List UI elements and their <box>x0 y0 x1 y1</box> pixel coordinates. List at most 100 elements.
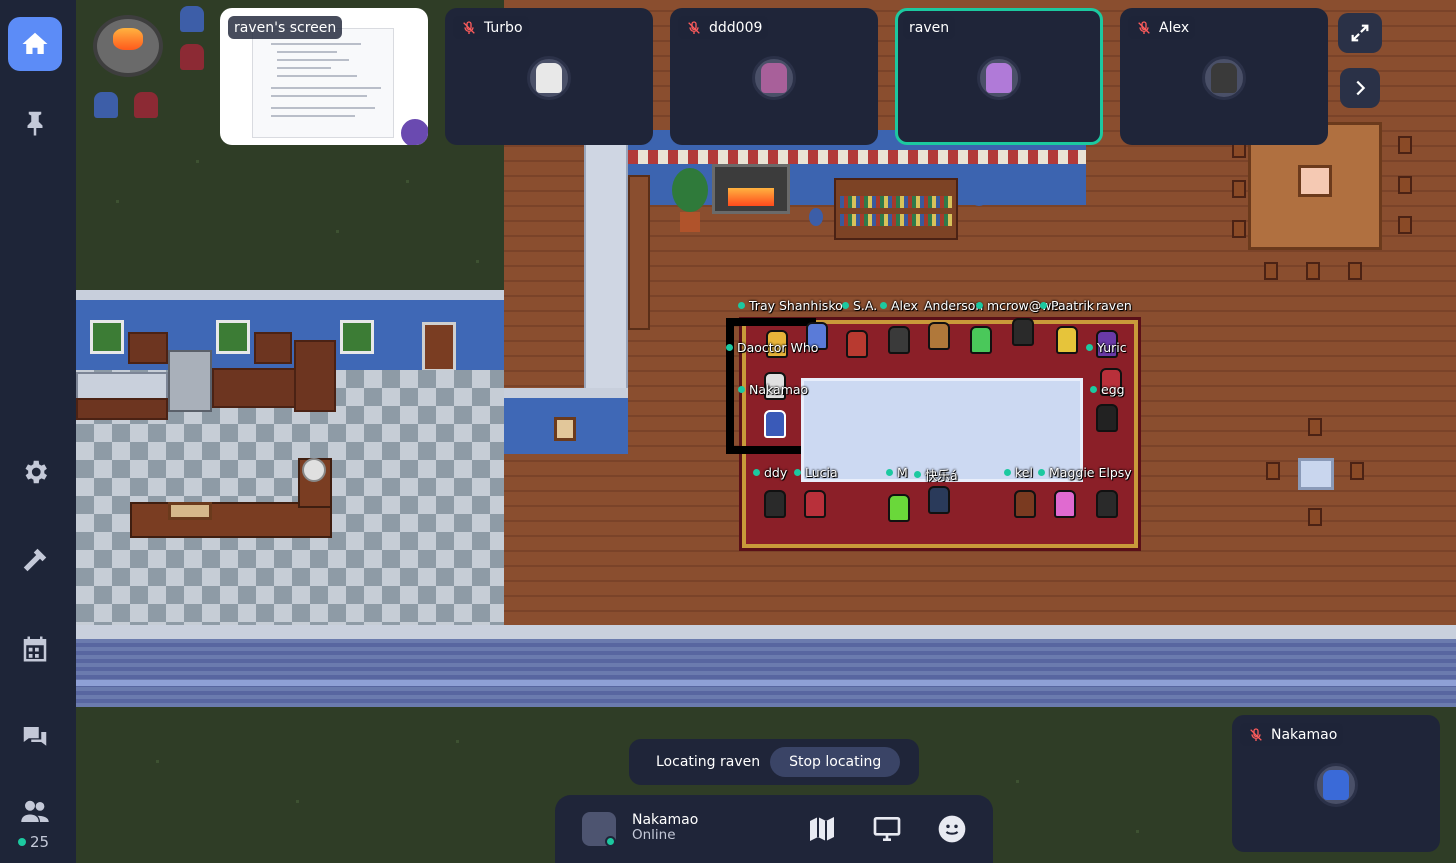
tile-name-label: raven <box>903 16 956 39</box>
calendar-icon <box>23 636 47 662</box>
avatar[interactable] <box>1054 490 1076 518</box>
home-icon <box>22 32 48 54</box>
stove <box>168 350 212 412</box>
name-tag: Daoctor Who <box>726 340 818 355</box>
avatar[interactable] <box>804 490 826 518</box>
video-tile-turbo[interactable]: Turbo <box>445 8 653 145</box>
avatar[interactable] <box>1012 318 1034 346</box>
chair <box>180 44 204 70</box>
avatar <box>1202 56 1246 100</box>
books <box>840 196 952 208</box>
door <box>422 322 456 372</box>
avatar <box>977 56 1021 100</box>
avatar[interactable] <box>888 326 910 354</box>
monitor-icon <box>873 817 901 841</box>
corridor <box>76 625 1456 707</box>
painting <box>554 417 576 441</box>
left-sidebar: 25 <box>0 0 76 863</box>
screen-share-button[interactable] <box>867 809 907 849</box>
chat-icon <box>23 727 47 746</box>
participants-button[interactable] <box>8 785 62 839</box>
expand-button[interactable] <box>1338 13 1382 53</box>
mic-off-icon <box>1250 727 1262 741</box>
avatar[interactable] <box>1014 490 1036 518</box>
chair <box>94 92 118 118</box>
bookshelf <box>834 178 958 240</box>
avatar[interactable] <box>928 486 950 514</box>
books <box>840 214 952 226</box>
my-avatar[interactable] <box>764 410 786 438</box>
shared-document <box>252 28 394 138</box>
name-tag: Tray Shanhisko <box>738 298 843 313</box>
online-dot <box>18 838 26 846</box>
window <box>90 320 124 354</box>
avatar[interactable] <box>888 494 910 522</box>
locate-status: Locating raven <box>656 754 761 770</box>
home-button[interactable] <box>8 17 62 71</box>
plates <box>302 458 326 482</box>
name-tag: Maggie Elpsy <box>1038 465 1132 480</box>
plant <box>672 168 708 212</box>
bird-statue <box>966 166 992 206</box>
avatar[interactable] <box>846 330 868 358</box>
name-tag: Yuric <box>1086 340 1127 355</box>
avatar[interactable] <box>970 326 992 354</box>
app-root: Tray Shanhisko S.A. Alex Anderson mcrow@… <box>0 0 1456 863</box>
emote-button[interactable] <box>932 809 972 849</box>
avatar[interactable] <box>1096 404 1118 432</box>
mic-off-icon <box>463 20 475 34</box>
screen-share-label: raven's screen <box>228 16 343 39</box>
avatar <box>1314 763 1358 807</box>
name-tag: raven <box>1096 298 1132 313</box>
self-video-tile[interactable]: Nakamao <box>1232 715 1440 852</box>
side-table <box>1298 458 1334 490</box>
avatar[interactable] <box>764 490 786 518</box>
avatar <box>398 116 428 145</box>
fire <box>728 188 774 206</box>
pin-icon <box>27 111 43 136</box>
hammer-icon <box>23 548 47 572</box>
map-button[interactable] <box>802 809 842 849</box>
video-tile-alex[interactable]: Alex <box>1120 8 1328 145</box>
my-name: Nakamao <box>632 812 699 828</box>
locate-bar: Locating raven Stop locating <box>629 739 919 785</box>
bunting <box>628 150 1086 164</box>
name-tag: S.A. <box>842 298 877 313</box>
sign <box>1298 165 1332 197</box>
tile-name-label: Nakamao <box>1240 723 1344 746</box>
cutting-board <box>168 502 212 520</box>
avatar <box>527 56 571 100</box>
map-icon <box>810 817 834 841</box>
fire <box>113 28 143 50</box>
build-button[interactable] <box>8 533 62 587</box>
online-dot <box>605 836 616 847</box>
plant <box>809 208 823 226</box>
name-tag: Nakamao <box>738 382 808 397</box>
tile-name-label: ddd009 <box>678 16 769 39</box>
screen-share-tile[interactable]: raven's screen <box>220 8 428 145</box>
avatar[interactable] <box>1056 326 1078 354</box>
pin-button[interactable] <box>8 96 62 150</box>
video-tile-ddd009[interactable]: ddd009 <box>670 8 878 145</box>
smiley-icon <box>938 815 966 843</box>
chat-button[interactable] <box>8 710 62 764</box>
name-tag: ddy <box>753 465 787 480</box>
my-status[interactable]: Online <box>632 827 676 843</box>
calendar-button[interactable] <box>8 622 62 676</box>
stop-locating-button[interactable]: Stop locating <box>770 747 901 777</box>
tile-name-label: Alex <box>1128 16 1196 39</box>
online-count: 25 <box>18 833 49 851</box>
next-tiles-button[interactable] <box>1340 68 1380 108</box>
settings-button[interactable] <box>8 445 62 499</box>
name-tag: Alex <box>880 298 918 313</box>
name-tag: egg <box>1090 382 1125 397</box>
video-tile-raven[interactable]: raven <box>895 8 1103 145</box>
bottom-bar: Nakamao Online <box>555 795 993 863</box>
window <box>216 320 250 354</box>
tile-name-label: Turbo <box>453 16 529 39</box>
mic-off-icon <box>1138 20 1150 34</box>
name-tag: M <box>886 465 908 480</box>
corridor-stripe <box>76 680 1456 686</box>
avatar[interactable] <box>1096 490 1118 518</box>
avatar[interactable] <box>928 322 950 350</box>
